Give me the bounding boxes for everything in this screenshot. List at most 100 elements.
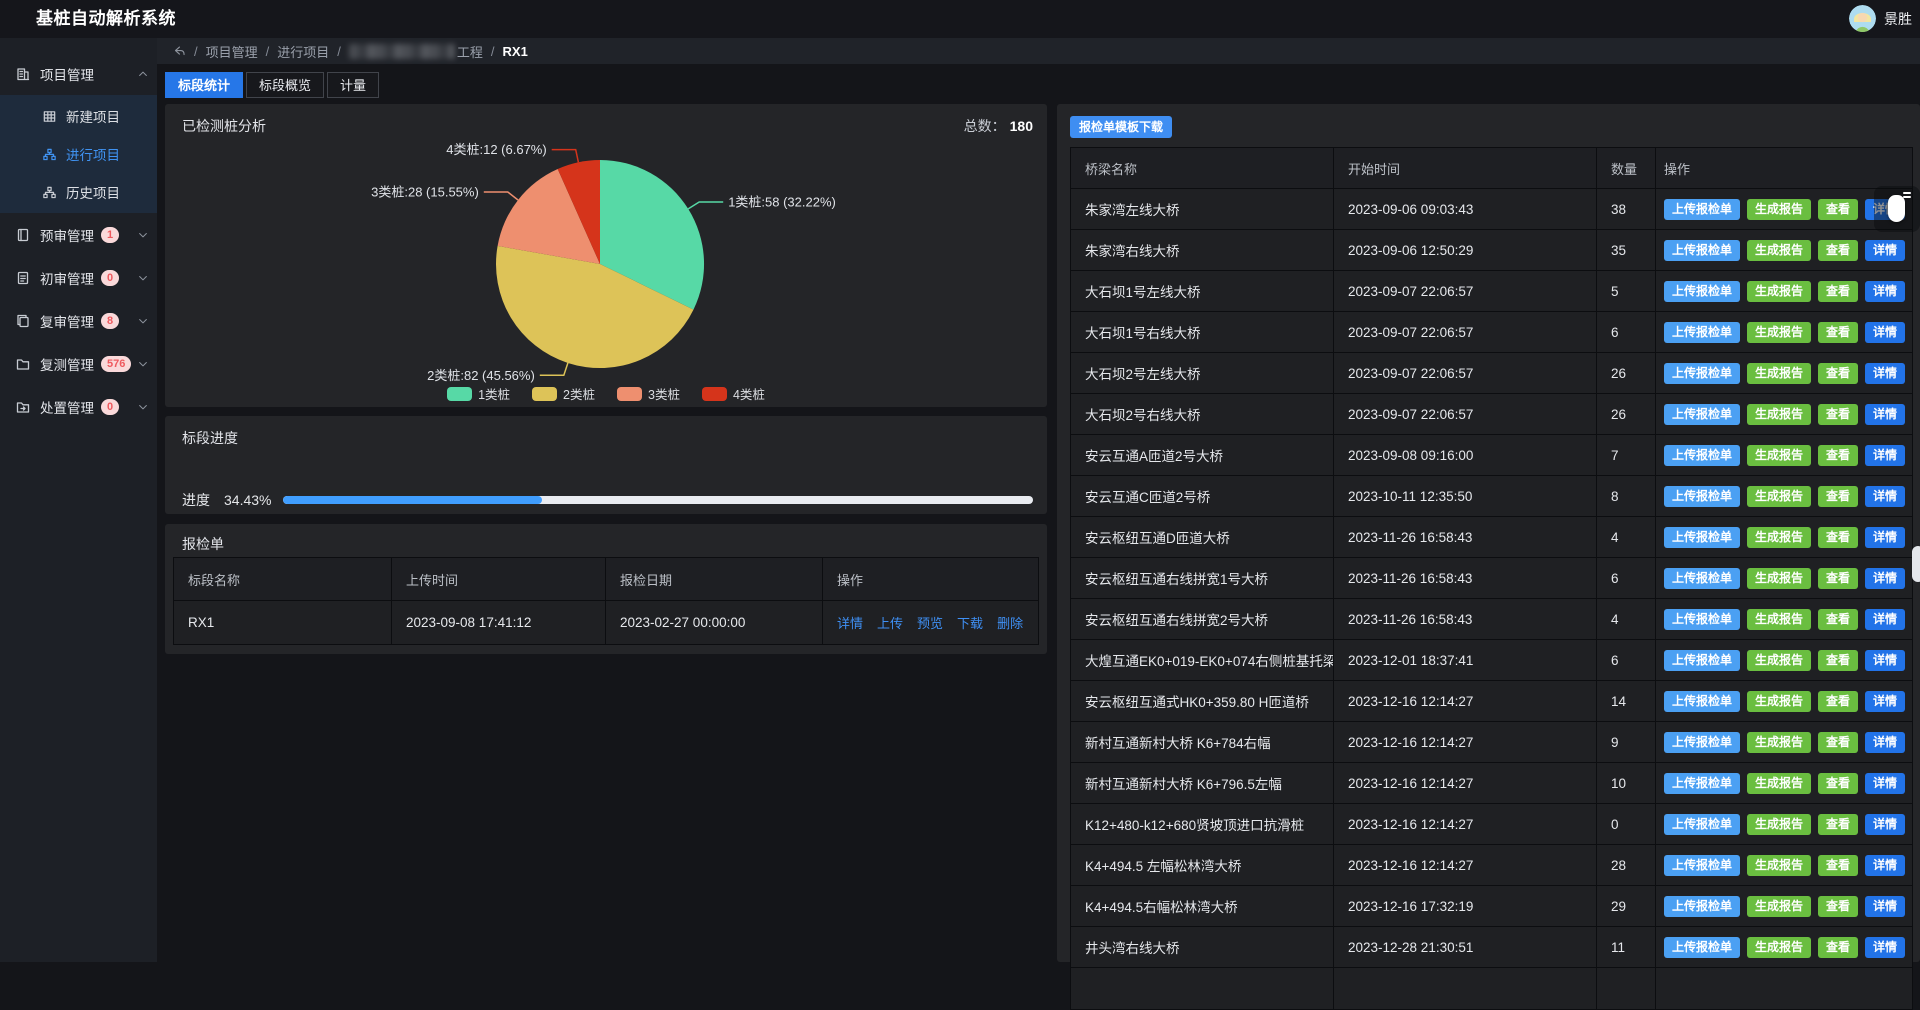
download-link[interactable]: 下载 (957, 613, 983, 632)
view-button[interactable]: 查看 (1818, 691, 1858, 712)
detail-button[interactable]: 详情 (1865, 896, 1905, 917)
detail-button[interactable]: 详情 (1865, 363, 1905, 384)
detail-button[interactable]: 详情 (1865, 568, 1905, 589)
generate-report-button[interactable]: 生成报告 (1747, 650, 1811, 671)
view-button[interactable]: 查看 (1818, 609, 1858, 630)
generate-report-button[interactable]: 生成报告 (1747, 773, 1811, 794)
view-button[interactable]: 查看 (1818, 486, 1858, 507)
view-button[interactable]: 查看 (1818, 937, 1858, 958)
sidebar-item-ongoing-project[interactable]: 进行项目 (0, 135, 157, 173)
generate-report-button[interactable]: 生成报告 (1747, 363, 1811, 384)
upload-inspection-button[interactable]: 上传报检单 (1664, 937, 1740, 958)
detail-button[interactable]: 详情 (1865, 773, 1905, 794)
generate-report-button[interactable]: 生成报告 (1747, 814, 1811, 835)
user-avatar[interactable] (1849, 5, 1876, 32)
sidebar-group-disposal[interactable]: 处置管理0 (0, 385, 157, 428)
sidebar-group-first-review[interactable]: 初审管理0 (0, 256, 157, 299)
upload-inspection-button[interactable]: 上传报检单 (1664, 609, 1740, 630)
delete-link[interactable]: 删除 (997, 613, 1023, 632)
generate-report-button[interactable]: 生成报告 (1747, 486, 1811, 507)
tab-section-overview[interactable]: 标段概览 (246, 72, 324, 98)
detail-button[interactable]: 详情 (1865, 855, 1905, 876)
upload-inspection-button[interactable]: 上传报检单 (1664, 814, 1740, 835)
view-button[interactable]: 查看 (1818, 199, 1858, 220)
preview-link[interactable]: 预览 (917, 613, 943, 632)
detail-button[interactable]: 详情 (1865, 937, 1905, 958)
view-button[interactable]: 查看 (1818, 363, 1858, 384)
detail-button[interactable]: 详情 (1865, 814, 1905, 835)
view-button[interactable]: 查看 (1818, 896, 1858, 917)
view-button[interactable]: 查看 (1818, 322, 1858, 343)
detail-button[interactable]: 详情 (1865, 322, 1905, 343)
legend-item-3类桩[interactable]: 3类桩 (617, 384, 680, 403)
sidebar-group-project-management[interactable]: 项目管理 (0, 52, 157, 95)
tab-section-stats[interactable]: 标段统计 (165, 72, 243, 98)
back-icon[interactable] (172, 44, 186, 58)
sidebar-group-re-review[interactable]: 复审管理8 (0, 299, 157, 342)
upload-inspection-button[interactable]: 上传报检单 (1664, 240, 1740, 261)
generate-report-button[interactable]: 生成报告 (1747, 445, 1811, 466)
detail-button[interactable]: 详情 (1865, 527, 1905, 548)
upload-inspection-button[interactable]: 上传报检单 (1664, 404, 1740, 425)
upload-inspection-button[interactable]: 上传报检单 (1664, 732, 1740, 753)
sidebar-group-pre-review[interactable]: 预审管理1 (0, 213, 157, 256)
detail-button[interactable]: 详情 (1865, 732, 1905, 753)
view-button[interactable]: 查看 (1818, 527, 1858, 548)
view-button[interactable]: 查看 (1818, 240, 1858, 261)
detail-button[interactable]: 详情 (1865, 404, 1905, 425)
generate-report-button[interactable]: 生成报告 (1747, 568, 1811, 589)
breadcrumb-item-ongoing-project[interactable]: 进行项目 (277, 42, 329, 61)
upload-link[interactable]: 上传 (877, 613, 903, 632)
upload-inspection-button[interactable]: 上传报检单 (1664, 486, 1740, 507)
detail-button[interactable]: 详情 (1865, 445, 1905, 466)
generate-report-button[interactable]: 生成报告 (1747, 199, 1811, 220)
generate-report-button[interactable]: 生成报告 (1747, 240, 1811, 261)
generate-report-button[interactable]: 生成报告 (1747, 609, 1811, 630)
view-button[interactable]: 查看 (1818, 404, 1858, 425)
template-download-button[interactable]: 报检单模板下载 (1070, 116, 1172, 138)
generate-report-button[interactable]: 生成报告 (1747, 896, 1811, 917)
detail-link[interactable]: 详情 (837, 613, 863, 632)
generate-report-button[interactable]: 生成报告 (1747, 855, 1811, 876)
view-button[interactable]: 查看 (1818, 568, 1858, 589)
sidebar-item-history-project[interactable]: 历史项目 (0, 173, 157, 211)
legend-item-1类桩[interactable]: 1类桩 (447, 384, 510, 403)
tab-measurement[interactable]: 计量 (327, 72, 379, 98)
upload-inspection-button[interactable]: 上传报检单 (1664, 650, 1740, 671)
upload-inspection-button[interactable]: 上传报检单 (1664, 199, 1740, 220)
upload-inspection-button[interactable]: 上传报检单 (1664, 527, 1740, 548)
upload-inspection-button[interactable]: 上传报检单 (1664, 322, 1740, 343)
breadcrumb-item-project-management[interactable]: 项目管理 (206, 42, 258, 61)
generate-report-button[interactable]: 生成报告 (1747, 281, 1811, 302)
generate-report-button[interactable]: 生成报告 (1747, 691, 1811, 712)
legend-item-4类桩[interactable]: 4类桩 (702, 384, 765, 403)
sidebar-item-new-project[interactable]: 新建项目 (0, 97, 157, 135)
upload-inspection-button[interactable]: 上传报检单 (1664, 855, 1740, 876)
view-button[interactable]: 查看 (1818, 773, 1858, 794)
upload-inspection-button[interactable]: 上传报检单 (1664, 896, 1740, 917)
detail-button[interactable]: 详情 (1865, 281, 1905, 302)
generate-report-button[interactable]: 生成报告 (1747, 937, 1811, 958)
generate-report-button[interactable]: 生成报告 (1747, 732, 1811, 753)
upload-inspection-button[interactable]: 上传报检单 (1664, 363, 1740, 384)
view-button[interactable]: 查看 (1818, 650, 1858, 671)
detail-button[interactable]: 详情 (1865, 240, 1905, 261)
upload-inspection-button[interactable]: 上传报检单 (1664, 691, 1740, 712)
view-button[interactable]: 查看 (1818, 281, 1858, 302)
generate-report-button[interactable]: 生成报告 (1747, 404, 1811, 425)
detail-button[interactable]: 详情 (1865, 691, 1905, 712)
view-button[interactable]: 查看 (1818, 855, 1858, 876)
generate-report-button[interactable]: 生成报告 (1747, 527, 1811, 548)
view-button[interactable]: 查看 (1818, 732, 1858, 753)
detail-button[interactable]: 详情 (1865, 609, 1905, 630)
generate-report-button[interactable]: 生成报告 (1747, 322, 1811, 343)
upload-inspection-button[interactable]: 上传报检单 (1664, 445, 1740, 466)
upload-inspection-button[interactable]: 上传报检单 (1664, 773, 1740, 794)
scrollbar-thumb[interactable] (1912, 546, 1920, 582)
view-button[interactable]: 查看 (1818, 445, 1858, 466)
upload-inspection-button[interactable]: 上传报检单 (1664, 568, 1740, 589)
view-button[interactable]: 查看 (1818, 814, 1858, 835)
detail-button[interactable]: 详情 (1865, 486, 1905, 507)
sidebar-group-re-measure[interactable]: 复测管理576 (0, 342, 157, 385)
detail-button[interactable]: 详情 (1865, 650, 1905, 671)
